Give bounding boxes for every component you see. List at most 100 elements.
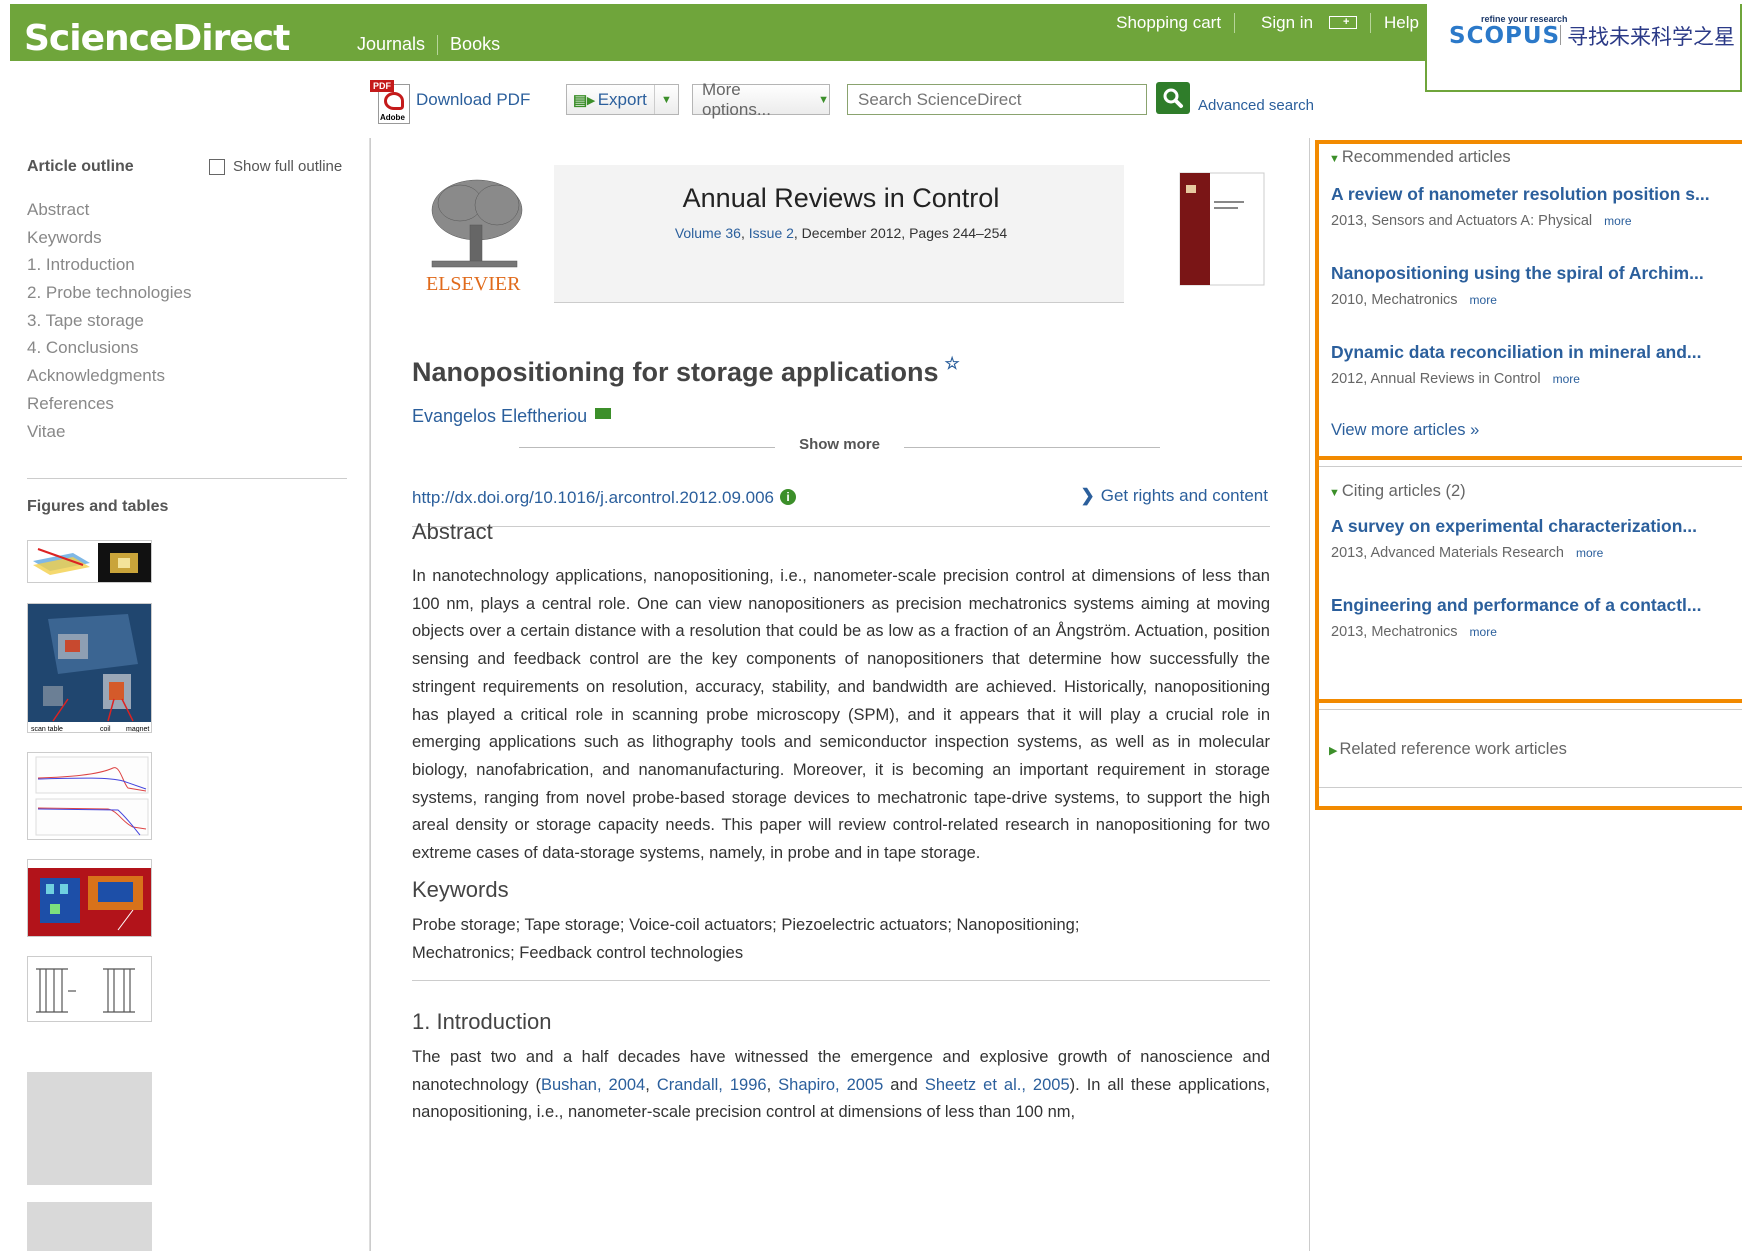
checkbox-box[interactable] [209, 158, 225, 175]
volume-link[interactable]: Volume 36 [675, 225, 741, 241]
keywords-text: Probe storage; Tape storage; Voice-coil … [412, 916, 1080, 962]
issue-link[interactable]: Issue 2 [749, 225, 794, 241]
outline-item-probe-technologies[interactable]: 2. Probe technologies [27, 279, 191, 307]
figure-thumbnail-3[interactable] [27, 752, 152, 840]
help-link[interactable]: Help [1371, 13, 1432, 33]
figure-label-coil: coil [100, 726, 111, 733]
figure-5-image [36, 968, 135, 1013]
scopus-banner[interactable]: refine your research SCOPUS 寻找未来科学之星 [1425, 4, 1742, 92]
top-bar: ScienceDirect Journals Books Shopping car… [10, 4, 1742, 92]
article-title-text: Nanopositioning for storage applications [412, 357, 939, 387]
recommended-article-link[interactable]: A review of nanometer resolution positio… [1331, 184, 1710, 205]
reference-link[interactable]: Crandall, 1996 [657, 1076, 767, 1094]
recommended-articles-panel: ▼ Recommended articles A review of nanome… [1315, 140, 1742, 460]
chevron-down-icon[interactable]: ▼ [654, 85, 678, 114]
search-button[interactable] [1156, 82, 1190, 114]
outline-item-abstract[interactable]: Abstract [27, 196, 191, 224]
divider [1319, 466, 1742, 467]
get-rights-label: Get rights and content [1100, 486, 1268, 505]
divider [1319, 787, 1742, 788]
nav-journals[interactable]: Journals [345, 34, 437, 55]
related-reference-heading[interactable]: ▶ Related reference work articles [1329, 740, 1567, 759]
figure-thumbnail-placeholder[interactable] [27, 1072, 152, 1185]
more-options-label: More options... [702, 79, 771, 119]
outline-item-introduction[interactable]: 1. Introduction [27, 251, 191, 279]
citing-article-meta: 2013, Mechatronics more [1331, 624, 1497, 640]
star-icon[interactable]: ☆ [945, 354, 960, 373]
search-input[interactable] [847, 84, 1147, 115]
outline-item-vitae[interactable]: Vitae [27, 418, 191, 446]
more-link[interactable]: more [1470, 625, 1497, 639]
email-icon[interactable] [595, 408, 612, 419]
recommended-article-link[interactable]: Nanopositioning using the spiral of Arch… [1331, 263, 1704, 284]
reference-link[interactable]: Bushan, 2004 [541, 1076, 645, 1094]
figure-thumbnail-1[interactable] [27, 540, 152, 583]
outline-item-acknowledgments[interactable]: Acknowledgments [27, 362, 191, 390]
reference-link[interactable]: Shapiro, 2005 [778, 1076, 883, 1094]
show-more-toggle[interactable]: Show more [519, 436, 1160, 456]
outline-item-keywords[interactable]: Keywords [27, 224, 191, 252]
more-options-button[interactable]: More options... ▼ [692, 80, 830, 119]
show-full-outline-checkbox[interactable]: Show full outline [209, 158, 342, 175]
figure-thumbnail-4[interactable] [27, 859, 152, 937]
divider [412, 526, 1270, 527]
info-icon[interactable]: i [779, 489, 796, 505]
outline-item-conclusions[interactable]: 4. Conclusions [27, 334, 191, 362]
figure-3-image [35, 756, 149, 836]
article-title: Nanopositioning for storage applications… [412, 354, 960, 388]
nav-books[interactable]: Books [438, 34, 512, 55]
journal-cover[interactable] [1124, 165, 1270, 303]
introduction-text: The past two and a half decades have wit… [412, 1044, 1270, 1127]
abstract-heading: Abstract [412, 519, 493, 544]
more-link[interactable]: more [1576, 546, 1603, 560]
article-outline-heading: Article outline [27, 158, 134, 175]
collapsed-triangle-icon: ▶ [1329, 745, 1338, 757]
recommended-articles-heading[interactable]: ▼ Recommended articles [1329, 148, 1511, 167]
citing-articles-heading[interactable]: ▼ Citing articles (2) [1329, 482, 1466, 501]
doi-link[interactable]: http://dx.doi.org/10.1016/j.arcontrol.20… [412, 488, 774, 507]
download-pdf-button[interactable]: PDF Adobe Download PDF [370, 80, 530, 126]
figure-thumbnail-2[interactable]: scan table coil magnet [27, 603, 152, 733]
recommended-article-meta: 2010, Mechatronics more [1331, 292, 1497, 308]
doi: http://dx.doi.org/10.1016/j.arcontrol.20… [412, 488, 796, 508]
recommended-article-link[interactable]: Dynamic data reconciliation in mineral a… [1331, 342, 1702, 363]
reference-link[interactable]: Sheetz et al., 2005 [925, 1076, 1070, 1094]
more-link[interactable]: more [1553, 372, 1580, 386]
export-button[interactable]: ▤▸ Export ▼ [566, 84, 679, 115]
article-main: ELSEVIER Annual Reviews in Control Volum… [370, 138, 1310, 1251]
outline-item-references[interactable]: References [27, 390, 191, 418]
article-meta-text: 2013, Sensors and Actuators A: Physical [1331, 213, 1593, 229]
scopus-slogan: 寻找未来科学之星 [1560, 21, 1735, 51]
citing-article-link[interactable]: Engineering and performance of a contact… [1331, 595, 1701, 616]
more-link[interactable]: more [1604, 214, 1631, 228]
author: Evangelos Eleftheriou [412, 406, 612, 427]
citing-article-link[interactable]: A survey on experimental characterizatio… [1331, 516, 1697, 537]
figure-2-image: scan table coil magnet [28, 604, 151, 733]
more-link[interactable]: more [1470, 293, 1497, 307]
article-toolbar: PDF Adobe Download PDF ▤▸ Export ▼ More o… [370, 80, 1330, 124]
sign-in-link[interactable]: Sign in + [1235, 12, 1370, 33]
expanded-triangle-icon: ▼ [1329, 153, 1340, 165]
citing-articles-panel: ▼ Citing articles (2) A survey on experim… [1315, 460, 1742, 703]
figure-thumbnail-5[interactable] [27, 956, 152, 1022]
view-more-articles-link[interactable]: View more articles » [1331, 421, 1479, 440]
show-more-label: Show more [799, 436, 880, 453]
figure-label-magnet: magnet [126, 726, 149, 733]
sciencedirect-logo[interactable]: ScienceDirect [24, 18, 290, 59]
expanded-triangle-icon: ▼ [1329, 487, 1340, 499]
recommended-article-meta: 2012, Annual Reviews in Control more [1331, 371, 1580, 387]
get-rights-link[interactable]: ❯ Get rights and content [1080, 486, 1268, 506]
export-icon: ▤▸ [573, 91, 595, 109]
recommended-heading-label: Recommended articles [1341, 148, 1511, 166]
advanced-search-link[interactable]: Advanced search [1198, 97, 1314, 114]
divider [412, 980, 1270, 981]
journal-header: ELSEVIER Annual Reviews in Control Volum… [412, 165, 1270, 303]
citing-heading-label: Citing articles (2) [1341, 482, 1466, 500]
outline-item-tape-storage[interactable]: 3. Tape storage [27, 307, 191, 335]
article-meta-text: 2013, Mechatronics [1331, 624, 1458, 640]
shopping-cart-link[interactable]: Shopping cart [1103, 13, 1234, 33]
figure-thumbnail-placeholder[interactable] [27, 1202, 152, 1251]
issue-date-pages: , December 2012, Pages 244–254 [793, 225, 1008, 241]
scopus-logo: SCOPUS [1449, 23, 1561, 49]
author-link[interactable]: Evangelos Eleftheriou [412, 406, 587, 426]
